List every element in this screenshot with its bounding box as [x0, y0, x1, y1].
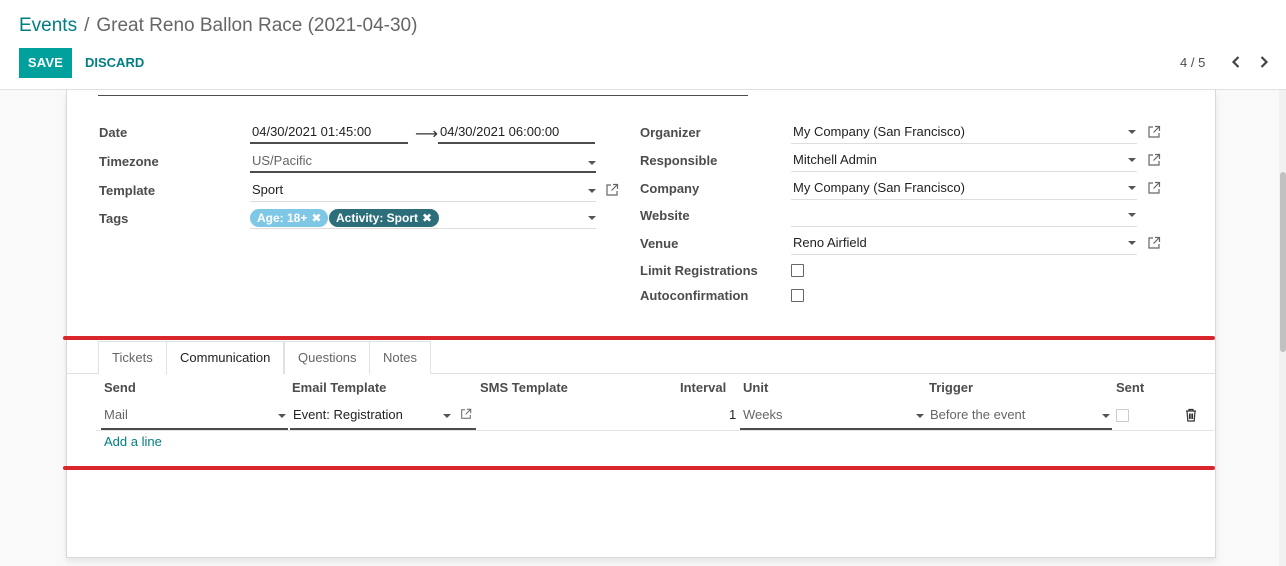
venue-chevron-down-icon[interactable] — [1128, 241, 1136, 245]
event-name-field-underline[interactable] — [98, 95, 748, 96]
tags-chevron-down-icon[interactable] — [588, 216, 596, 220]
timezone-chevron-down-icon[interactable] — [588, 161, 596, 165]
tag-remove-icon: ✖ — [311, 211, 322, 225]
scrollbar-thumb[interactable] — [1280, 172, 1286, 352]
tab-questions[interactable]: Questions — [284, 341, 371, 374]
annotation-line-bottom — [63, 466, 1215, 470]
autoconfirmation-checkbox[interactable] — [791, 289, 804, 302]
pager-next-icon[interactable] — [1254, 52, 1274, 72]
control-panel: Events / Great Reno Ballon Race (2021-04-3… — [0, 0, 1286, 90]
annotation-line-top — [63, 336, 1215, 340]
tab-tickets[interactable]: Tickets — [98, 341, 167, 374]
venue-field[interactable]: Reno Airfield — [791, 233, 1137, 255]
sent-checkbox[interactable] — [1116, 409, 1129, 422]
autoconfirmation-label: Autoconfirmation — [640, 288, 749, 303]
limit-registrations-label: Limit Registrations — [640, 263, 758, 278]
organizer-chevron-down-icon[interactable] — [1128, 130, 1136, 134]
column-header-sms-template[interactable]: SMS Template — [480, 380, 568, 395]
date-label: Date — [99, 125, 128, 140]
timezone-label: Timezone — [99, 154, 159, 169]
breadcrumb-current: Great Reno Ballon Race (2021-04-30) — [96, 15, 418, 36]
unit-chevron-down-icon[interactable] — [916, 414, 924, 418]
breadcrumb-events-link[interactable]: Events — [19, 15, 77, 36]
save-button[interactable]: SAVE — [19, 48, 72, 78]
company-label: Company — [640, 181, 700, 196]
interval-field[interactable]: 1 — [729, 404, 736, 426]
breadcrumb-separator: / — [84, 15, 90, 36]
send-chevron-down-icon[interactable] — [278, 414, 286, 418]
date-end-field[interactable]: 04/30/2021 06:00:00 — [438, 122, 595, 144]
column-header-sent[interactable]: Sent — [1116, 380, 1144, 395]
template-label: Template — [99, 183, 156, 198]
pager-previous-icon[interactable] — [1226, 52, 1246, 72]
send-select[interactable]: Mail — [101, 404, 288, 430]
tab-communication[interactable]: Communication — [166, 341, 285, 375]
website-label: Website — [640, 208, 690, 223]
responsible-chevron-down-icon[interactable] — [1128, 158, 1136, 162]
column-header-trigger[interactable]: Trigger — [929, 380, 973, 395]
tab-notes[interactable]: Notes — [369, 341, 431, 374]
organizer-label: Organizer — [640, 125, 701, 140]
company-field[interactable]: My Company (San Francisco) — [791, 178, 1137, 200]
email-template-chevron-down-icon[interactable] — [443, 414, 451, 418]
tag-badge[interactable]: Activity: Sport ✖ — [329, 209, 440, 227]
trigger-chevron-down-icon[interactable] — [1102, 414, 1110, 418]
organizer-external-link-icon[interactable] — [1147, 125, 1161, 139]
column-header-unit[interactable]: Unit — [743, 380, 768, 395]
date-start-field[interactable]: 04/30/2021 01:45:00 — [250, 122, 408, 144]
responsible-label: Responsible — [640, 153, 718, 168]
delete-row-trash-icon[interactable] — [1185, 408, 1197, 422]
template-external-link-icon[interactable] — [605, 183, 619, 197]
table-row-separator — [96, 430, 1214, 431]
company-external-link-icon[interactable] — [1147, 181, 1161, 195]
column-header-email-template[interactable]: Email Template — [292, 380, 386, 395]
date-range-arrow-icon: ⟶ — [415, 126, 438, 143]
responsible-field[interactable]: Mitchell Admin — [791, 150, 1137, 172]
organizer-field[interactable]: My Company (San Francisco) — [791, 122, 1137, 144]
pager-value[interactable]: 4 / 5 — [1180, 55, 1205, 70]
tag-badge[interactable]: Age: 18+ ✖ — [250, 209, 329, 227]
breadcrumb: Events / Great Reno Ballon Race (2021-04-3… — [19, 14, 417, 38]
venue-external-link-icon[interactable] — [1147, 236, 1161, 250]
tag-remove-icon: ✖ — [422, 211, 433, 225]
venue-label: Venue — [640, 236, 679, 251]
limit-registrations-checkbox[interactable] — [791, 264, 804, 277]
template-chevron-down-icon[interactable] — [588, 189, 596, 193]
responsible-external-link-icon[interactable] — [1147, 153, 1161, 167]
discard-button[interactable]: DISCARD — [85, 48, 144, 78]
column-header-send[interactable]: Send — [104, 380, 136, 395]
tags-label: Tags — [99, 211, 129, 226]
email-template-external-link-icon[interactable] — [460, 408, 472, 420]
column-header-interval[interactable]: Interval — [680, 380, 726, 395]
website-chevron-down-icon[interactable] — [1128, 213, 1136, 217]
add-a-line-link[interactable]: Add a line — [104, 434, 162, 449]
trigger-select[interactable]: Before the event — [927, 404, 1112, 430]
timezone-select[interactable]: US/Pacific — [250, 151, 596, 173]
template-field[interactable]: Sport — [250, 180, 596, 202]
unit-select[interactable]: Weeks — [740, 404, 927, 430]
company-chevron-down-icon[interactable] — [1128, 186, 1136, 190]
website-field[interactable] — [791, 205, 1137, 227]
